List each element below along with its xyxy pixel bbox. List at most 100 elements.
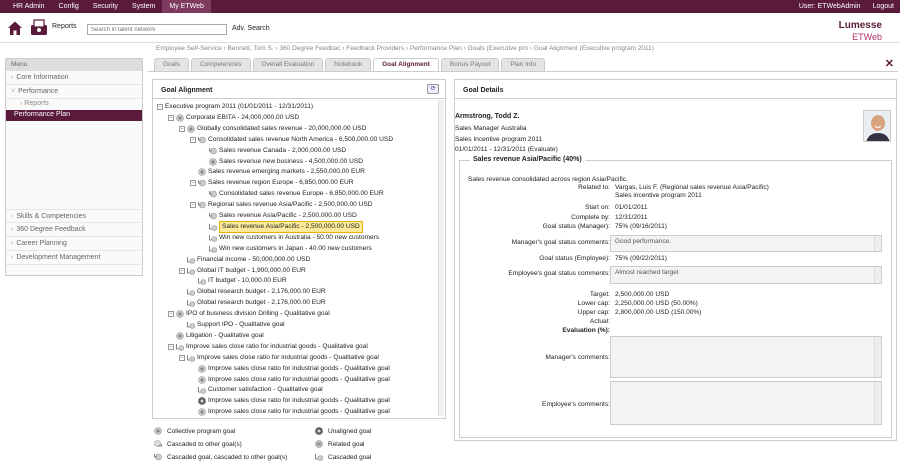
tree-node[interactable]: Financial income - 50,000,000.00 USD — [179, 255, 310, 265]
expand-toggle-icon[interactable]: − — [190, 180, 196, 187]
menu-performance-plan[interactable]: Performance Plan — [6, 110, 142, 121]
reports-link[interactable]: Reports — [52, 23, 77, 30]
tree-node[interactable]: − Improve sales close ratio for industria… — [168, 342, 368, 352]
scrollbar[interactable] — [874, 382, 881, 424]
tree-node-label[interactable]: Support IPO - Qualitative goal — [197, 320, 285, 330]
tree-node[interactable]: − Global IT budget - 1,900,000.00 EUR — [179, 266, 306, 276]
home-icon[interactable] — [7, 20, 23, 36]
tree-node-label[interactable]: Customer satisfaction - Qualitative goal — [208, 385, 323, 395]
tree-node[interactable]: Consolidated sales revenue Europe - 6,85… — [201, 189, 384, 199]
tree-node[interactable]: Litigation - Qualitative goal — [168, 331, 264, 341]
tree-node-label[interactable]: Sales revenue Asia/Pacific - 2,500,000.0… — [219, 220, 363, 233]
tree-node[interactable]: Improve sales close ratio for industrial… — [190, 375, 390, 385]
related-value-1[interactable]: Vargas, Luis F. (Regional sales revenue … — [615, 184, 769, 191]
menu-skills[interactable]: › Skills & Competencies — [6, 209, 142, 223]
tree-node[interactable]: − IPO of business division Drilling - Qua… — [168, 309, 330, 319]
reports-icon[interactable] — [30, 18, 48, 36]
refresh-icon[interactable]: ⟳ — [427, 84, 439, 94]
tree-scrollbar[interactable] — [438, 100, 444, 416]
tree-node-label[interactable]: Global IT budget - 1,900,000.00 EUR — [197, 266, 306, 276]
tree-node[interactable]: − Executive program 2011 (01/01/2011 - 12… — [157, 102, 313, 112]
expand-toggle-icon[interactable]: − — [168, 114, 174, 121]
expand-toggle-icon[interactable]: − — [179, 354, 185, 361]
tree-node-label[interactable]: Consolidated sales revenue North America… — [208, 135, 393, 145]
search-input[interactable] — [87, 24, 227, 35]
tree-node[interactable]: Improve sales close ratio for industrial… — [190, 396, 390, 406]
tree-node[interactable]: Sales revenue new business - 4,500,000.0… — [201, 157, 363, 167]
tree-node[interactable]: Sales revenue Canada - 2,000,000.00 USD — [201, 146, 346, 156]
tree-node-label[interactable]: Global research budget - 2,176,000.00 EU… — [197, 287, 326, 297]
tree-node-label[interactable]: Sales revenue Canada - 2,000,000.00 USD — [219, 146, 346, 156]
tree-node[interactable]: − Regional sales revenue Asia/Pacific - 2… — [190, 200, 373, 210]
tree-node-label[interactable]: Litigation - Qualitative goal — [186, 331, 264, 341]
tree-node-label[interactable]: Consolidated sales revenue Europe - 6,85… — [219, 189, 384, 199]
scrollbar[interactable] — [874, 267, 881, 283]
tree-node-label[interactable]: Globally consolidated sales revenue - 20… — [197, 124, 366, 134]
menu-career-planning[interactable]: › Career Planning — [6, 237, 142, 251]
tree-node-label[interactable]: Financial income - 50,000,000.00 USD — [197, 255, 310, 265]
tree-node[interactable]: Improve sales close ratio for industrial… — [190, 407, 390, 417]
tree-node[interactable]: − Corporate EBITA - 24,000,000.00 USD — [168, 113, 299, 123]
expand-toggle-icon[interactable]: − — [190, 202, 196, 209]
tree-node[interactable]: Global research budget - 2,176,000.00 EU… — [179, 298, 326, 308]
tree-node-label[interactable]: Sales revenue emerging markets - 2,550,0… — [208, 167, 365, 177]
scrollbar[interactable] — [874, 337, 881, 377]
close-icon[interactable]: ✕ — [885, 57, 894, 70]
tree-node[interactable]: Win new customers in Japan - 40.00 new c… — [201, 244, 372, 254]
tree-node-label[interactable]: Improve sales close ratio for industrial… — [186, 342, 368, 352]
menu-360-feedback[interactable]: › 360 Degree Feedback — [6, 223, 142, 237]
expand-toggle-icon[interactable]: − — [179, 267, 185, 274]
tree-node-label[interactable]: Sales revenue new business - 4,500,000.0… — [219, 157, 363, 167]
tree-node[interactable]: Global research budget - 2,176,000.00 EU… — [179, 287, 326, 297]
menu-core-information[interactable]: › Core Information — [6, 71, 142, 85]
tab-overall-evaluation[interactable]: Overall Evaluation — [252, 58, 324, 71]
tab-goals[interactable]: Goals — [154, 58, 189, 71]
tree-node-label[interactable]: Improve sales close ratio for industrial… — [208, 364, 390, 374]
tree-node[interactable]: − Consolidated sales revenue North Americ… — [190, 135, 393, 145]
tree-node[interactable]: − Sales revenue region Europe - 6,850,000… — [190, 178, 354, 188]
tree-node-label[interactable]: IPO of business division Drilling - Qual… — [186, 309, 330, 319]
tree-node[interactable]: − Globally consolidated sales revenue - 2… — [179, 124, 366, 134]
menu-performance[interactable]: ˅ Performance — [6, 85, 142, 99]
tree-node-label[interactable]: Improve sales close ratio for industrial… — [208, 407, 390, 417]
tree-node-label[interactable]: Corporate EBITA - 24,000,000.00 USD — [186, 113, 299, 123]
tab-notebook[interactable]: Notebook — [325, 58, 372, 71]
manager-comments[interactable] — [610, 336, 882, 378]
scrollbar[interactable] — [874, 236, 881, 251]
tree-node[interactable]: Sales revenue Asia/Pacific - 2,500,000.0… — [201, 211, 357, 221]
nav-my-etweb[interactable]: My ETWeb — [162, 0, 211, 13]
nav-hr-admin[interactable]: HR Admin — [6, 0, 52, 13]
tree-node-label[interactable]: IT budget - 10,000.00 EUR — [208, 276, 287, 286]
nav-security[interactable]: Security — [86, 0, 125, 13]
tree-node-label[interactable]: Improve sales close ratio for industrial… — [208, 375, 390, 385]
tree-node[interactable]: Customer satisfaction - Qualitative goal — [190, 385, 323, 395]
employee-comments[interactable] — [610, 381, 882, 425]
tree-node-label[interactable]: Sales revenue Asia/Pacific - 2,500,000.0… — [219, 211, 357, 221]
expand-toggle-icon[interactable]: − — [168, 311, 174, 318]
tree-node-label[interactable]: Global research budget - 2,176,000.00 EU… — [197, 298, 326, 308]
tree-node-label[interactable]: Executive program 2011 (01/01/2011 - 12/… — [165, 102, 313, 112]
tab-competencies[interactable]: Competencies — [190, 58, 251, 71]
breadcrumb[interactable]: Employee Self-Service › Bennett, Tom S. … — [156, 45, 654, 52]
adv-search-link[interactable]: Adv. Search — [232, 25, 270, 32]
tree-node-label[interactable]: Improve sales close ratio for industrial… — [197, 353, 379, 363]
expand-toggle-icon[interactable]: − — [190, 136, 196, 143]
logout-link[interactable]: Logout — [873, 0, 894, 13]
tree-node[interactable]: − Improve sales close ratio for industria… — [179, 353, 379, 363]
expand-toggle-icon[interactable]: − — [168, 343, 174, 350]
tree-node[interactable]: Win new customers in Australia - 50.00 n… — [201, 233, 379, 243]
tab-bonus-payout[interactable]: Bonus Payout — [440, 58, 500, 71]
tree-node-label[interactable]: Improve sales close ratio for industrial… — [208, 396, 390, 406]
tree-node-label[interactable]: Regional sales revenue Asia/Pacific - 2,… — [208, 200, 373, 210]
tree-node-label[interactable]: Win new customers in Australia - 50.00 n… — [219, 233, 379, 243]
nav-config[interactable]: Config — [52, 0, 86, 13]
menu-reports[interactable]: › Reports — [6, 99, 142, 110]
tree-node[interactable]: Sales revenue emerging markets - 2,550,0… — [190, 167, 365, 177]
tree-node[interactable]: Sales revenue Asia/Pacific - 2,500,000.0… — [201, 220, 363, 233]
tree-node[interactable]: IT budget - 10,000.00 EUR — [190, 276, 287, 286]
tree-node-label[interactable]: Sales revenue region Europe - 6,850,000.… — [208, 178, 354, 188]
tab-plan-info[interactable]: Plan Info — [501, 58, 546, 71]
tree-node[interactable]: Improve sales close ratio for industrial… — [190, 364, 390, 374]
tree-node-label[interactable]: Win new customers in Japan - 40.00 new c… — [219, 244, 372, 254]
expand-toggle-icon[interactable]: − — [157, 104, 163, 110]
